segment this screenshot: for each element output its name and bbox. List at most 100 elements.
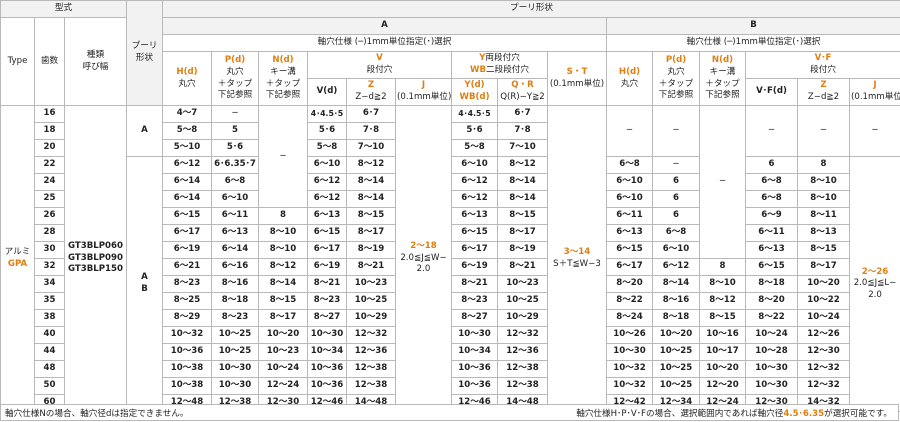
a-n-cell: 8〜10 xyxy=(258,241,308,259)
header-model: 型式 xyxy=(0,0,127,18)
pulley-spec-table: 型式 プーリ 形状 プーリ形状 Type 歯数 種類 呼び幅 A B 軸穴仕様 (─… xyxy=(0,0,900,412)
a-v-cell: 10〜30 xyxy=(307,326,347,344)
a-qr-cell: 10〜29 xyxy=(497,309,548,327)
table-body: 型式 プーリ 形状 プーリ形状 Type 歯数 種類 呼び幅 A B 軸穴仕様 (─… xyxy=(0,0,900,412)
b-z-cell: 8〜10 xyxy=(797,190,850,208)
a-v-cell: 10〜36 xyxy=(307,377,347,395)
a-p-cell: 5･6 xyxy=(211,139,259,157)
b-vf-cell: 10〜28 xyxy=(745,343,798,361)
b-vf-cell: 10〜30 xyxy=(745,360,798,378)
a-n-empty-cell: − xyxy=(258,105,308,208)
teeth-cell: 30 xyxy=(34,241,65,259)
b-vf-cell: 6〜8 xyxy=(745,190,798,208)
a-z-cell: 6･7 xyxy=(346,105,396,123)
b-vf-cell: 8〜22 xyxy=(745,309,798,327)
table-row: アルミ GPA 16 GT3BLP060 GT3BLP090 GT3BLP150 A 4〜7−… xyxy=(0,105,900,412)
teeth-cell: 26 xyxy=(34,207,65,225)
b-z-cell: 12〜26 xyxy=(797,326,850,344)
header-b-n: N(d) キー溝 ＋タップ 下記参照 xyxy=(699,51,746,106)
a-y-cell: 5〜8 xyxy=(451,139,498,157)
a-qr-cell: 8〜14 xyxy=(497,190,548,208)
b-p-cell: 6 xyxy=(652,207,700,225)
header-kind: 種類 呼び幅 xyxy=(64,17,127,106)
a-h-cell: 6〜15 xyxy=(162,207,212,225)
a-p-cell: 10〜25 xyxy=(211,326,259,344)
header-a-p: P(d) 丸穴 ＋タップ 下記参照 xyxy=(211,51,259,106)
a-p-cell: 6〜10 xyxy=(211,190,259,208)
b-h-cell: 6〜8 xyxy=(606,156,653,174)
b-h-cell: 6〜11 xyxy=(606,207,653,225)
teeth-cell: 50 xyxy=(34,377,65,395)
a-v-cell: 5･6 xyxy=(307,122,347,140)
a-y-cell: 4･4.5･5 xyxy=(451,105,498,123)
b-p-empty-cell: − xyxy=(652,156,700,174)
a-z-cell: 12〜38 xyxy=(346,360,396,378)
a-p-cell: 8〜16 xyxy=(211,275,259,293)
a-v-cell: 6〜19 xyxy=(307,258,347,276)
a-z-cell: 8〜14 xyxy=(346,190,396,208)
header-a-st: S・T (0.1mm単位) xyxy=(547,51,607,106)
teeth-cell: 44 xyxy=(34,343,65,361)
b-z-cell: 8〜11 xyxy=(797,207,850,225)
a-qr-cell: 8〜19 xyxy=(497,241,548,259)
b-n-cell: 10〜20 xyxy=(699,360,746,378)
b-p-cell: 6〜10 xyxy=(652,241,700,259)
a-h-cell: 5〜10 xyxy=(162,139,212,157)
teeth-cell: 22 xyxy=(34,156,65,174)
teeth-cell: 16 xyxy=(34,105,65,123)
a-v-cell: 8〜23 xyxy=(307,292,347,310)
a-y-cell: 6〜15 xyxy=(451,224,498,242)
b-p-cell: 10〜25 xyxy=(652,360,700,378)
teeth-cell: 28 xyxy=(34,224,65,242)
header-a-y-d: Y(d) WB(d) xyxy=(451,78,498,106)
header-b-vf: V･F 段付穴 xyxy=(744,51,900,79)
a-y-cell: 10〜36 xyxy=(451,360,498,378)
footer-note: 軸穴仕様Nの場合、軸穴径dは指定できません。 軸穴仕様H･P･V･Fの場合、選択… xyxy=(0,404,899,421)
b-vf-cell: 8〜20 xyxy=(745,292,798,310)
header-a-v-z: Z Z−d≧2 xyxy=(346,78,396,106)
b-vf-cell: 6 xyxy=(745,156,798,174)
a-z-cell: 8〜15 xyxy=(346,207,396,225)
b-n-cell: 10〜17 xyxy=(699,343,746,361)
a-qr-cell: 12〜38 xyxy=(497,360,548,378)
shape-ab-cell: AB xyxy=(126,156,163,412)
a-v-cell: 6〜12 xyxy=(307,190,347,208)
a-n-cell: 8〜12 xyxy=(258,258,308,276)
a-n-cell: 10〜23 xyxy=(258,343,308,361)
a-p-cell: 8〜18 xyxy=(211,292,259,310)
a-y-cell: 6〜17 xyxy=(451,241,498,259)
b-h-empty-cell: − xyxy=(606,105,653,157)
b-z-cell: 12〜32 xyxy=(797,360,850,378)
a-y-cell: 8〜23 xyxy=(451,292,498,310)
b-z-cell: 8〜17 xyxy=(797,258,850,276)
a-h-cell: 10〜32 xyxy=(162,326,212,344)
a-qr-cell: 8〜12 xyxy=(497,156,548,174)
header-a-n: N(d) キー溝 ＋タップ 下記参照 xyxy=(258,51,308,106)
a-p-cell: 6〜11 xyxy=(211,207,259,225)
b-n-cell: 8〜12 xyxy=(699,292,746,310)
b-vf-cell: 6〜9 xyxy=(745,207,798,225)
header-a-v: V 段付穴 xyxy=(307,51,452,79)
teeth-cell: 24 xyxy=(34,173,65,191)
a-qr-cell: 8〜17 xyxy=(497,224,548,242)
b-z-cell: 10〜22 xyxy=(797,292,850,310)
a-p-cell: 6〜14 xyxy=(211,241,259,259)
b-n-cell: 10〜16 xyxy=(699,326,746,344)
b-h-cell: 8〜20 xyxy=(606,275,653,293)
b-z-cell: 8〜13 xyxy=(797,224,850,242)
a-qr-cell: 12〜32 xyxy=(497,326,548,344)
header-a-y-qr: Q・R Q(R)−Y≧2 xyxy=(497,78,548,106)
a-y-cell: 6〜12 xyxy=(451,173,498,191)
a-n-cell: 12〜24 xyxy=(258,377,308,395)
a-qr-cell: 8〜21 xyxy=(497,258,548,276)
b-z-cell: 8〜10 xyxy=(797,173,850,191)
a-p-cell: 10〜25 xyxy=(211,343,259,361)
header-bore-spec-a: 軸穴仕様 (─)1mm単位指定(･)選択 xyxy=(162,34,607,52)
a-p-cell: 10〜30 xyxy=(211,360,259,378)
b-n-cell: 8 xyxy=(699,258,746,276)
teeth-cell: 35 xyxy=(34,292,65,310)
b-p-cell: 6 xyxy=(652,190,700,208)
a-z-cell: 10〜23 xyxy=(346,275,396,293)
a-h-cell: 8〜29 xyxy=(162,309,212,327)
a-y-cell: 6〜19 xyxy=(451,258,498,276)
